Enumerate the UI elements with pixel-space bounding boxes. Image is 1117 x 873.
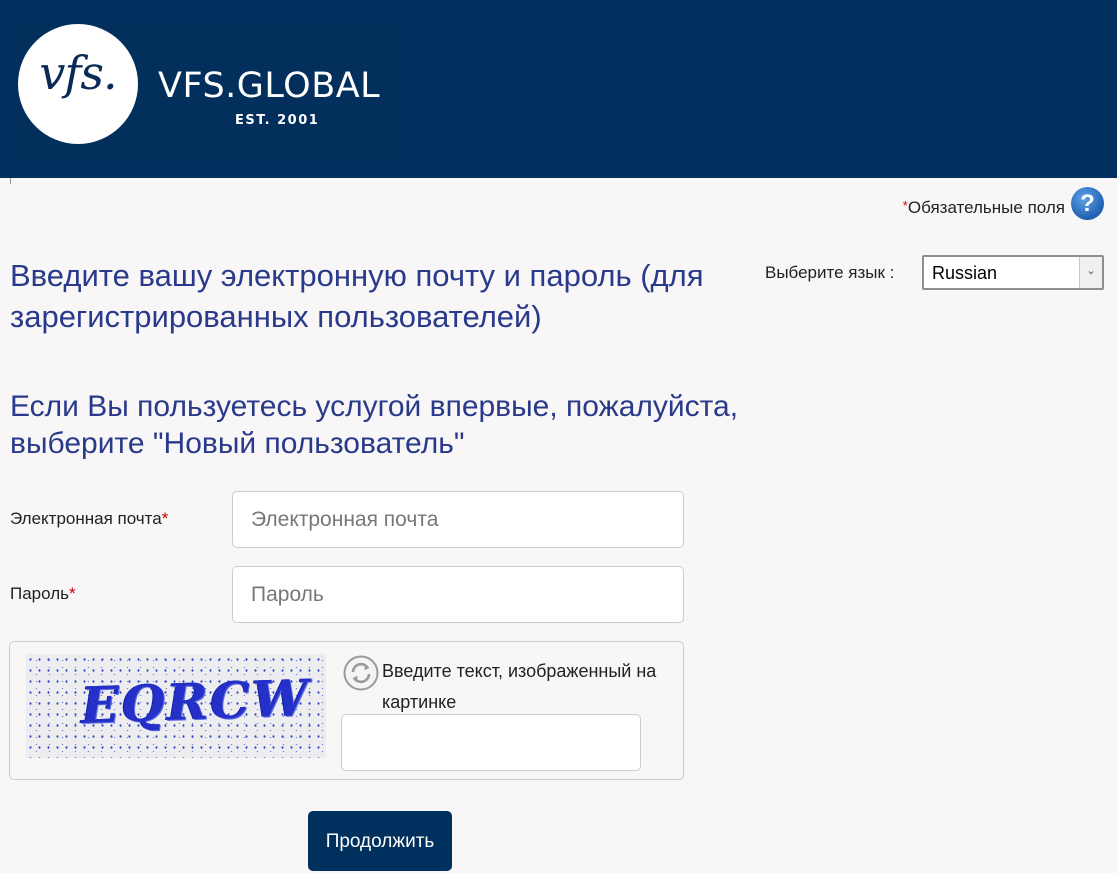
logo-circle: vfs. (18, 24, 138, 144)
language-label: Выберите язык : (765, 263, 895, 282)
password-required-star: * (69, 584, 76, 603)
logo-mark: vfs. (39, 46, 117, 100)
required-fields-note: *Обязательные поля (903, 198, 1065, 218)
header-bar: vfs. VFS.GLOBAL EST. 2001 (0, 0, 1117, 178)
email-label-text: Электронная почта (10, 509, 162, 528)
password-field[interactable] (232, 566, 684, 623)
email-required-star: * (161, 509, 169, 528)
refresh-icon[interactable] (343, 655, 379, 691)
email-field[interactable] (232, 491, 684, 548)
continue-button[interactable]: Продолжить (308, 811, 452, 871)
chevron-down-icon: ⌄ (1079, 257, 1102, 288)
language-select[interactable]: Russian ⌄ (922, 255, 1104, 290)
vfs-logo[interactable]: vfs. VFS.GLOBAL EST. 2001 (8, 20, 400, 160)
login-heading: Введите вашу электронную почту и пароль … (10, 258, 704, 334)
captcha-image-text: EQRCW (80, 668, 312, 735)
captcha-input[interactable] (341, 714, 641, 771)
help-icon[interactable]: ? (1071, 187, 1104, 220)
brand-name: VFS.GLOBAL (158, 66, 381, 106)
captcha-panel: EQRCW Введите текст, изображенный на кар… (9, 641, 684, 780)
password-label: Пароль* (10, 584, 76, 604)
new-user-heading: Если Вы пользуетесь услугой впервые, пож… (10, 390, 739, 460)
email-label: Электронная почта* (10, 509, 168, 529)
divider-tick (10, 178, 11, 184)
required-fields-text: Обязательные поля (907, 198, 1065, 217)
password-label-text: Пароль (10, 584, 69, 603)
brand-established: EST. 2001 (235, 113, 320, 128)
captcha-label: Введите текст, изображенный на картинке (382, 661, 657, 712)
captcha-image: EQRCW (26, 654, 326, 758)
language-selected-value: Russian (932, 263, 998, 283)
